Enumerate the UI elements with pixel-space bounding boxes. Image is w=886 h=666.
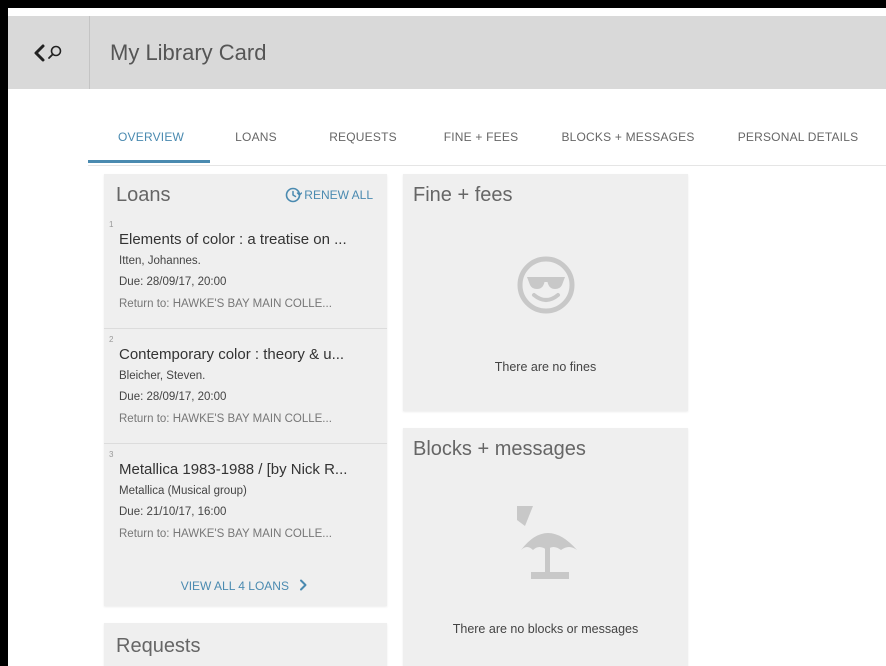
fines-card: Fine + fees There are no fines <box>403 174 688 411</box>
active-tab-indicator <box>88 160 210 163</box>
loan-title[interactable]: Elements of color : a treatise on ... <box>119 231 377 248</box>
loan-number: 2 <box>109 335 114 344</box>
loan-return-location: Return to: HAWKE'S BAY MAIN COLLE... <box>119 528 332 540</box>
requests-title: Requests <box>116 635 201 657</box>
header-bar: My Library Card <box>8 16 886 89</box>
renew-all-label: RENEW ALL <box>304 188 373 202</box>
blocks-title: Blocks + messages <box>413 438 586 460</box>
blocks-messages-card: Blocks + messages There are no blocks or… <box>403 428 688 666</box>
back-to-search-button[interactable] <box>8 16 90 89</box>
loan-item[interactable]: 3 Metallica 1983-1988 / [by Nick R... Me… <box>104 444 387 559</box>
requests-card: Requests <box>104 623 387 666</box>
loan-number: 1 <box>109 220 114 229</box>
chevron-right-icon <box>300 579 307 591</box>
loan-due-date: Due: 28/09/17, 20:00 <box>119 276 227 288</box>
loan-item[interactable]: 1 Elements of color : a treatise on ... … <box>104 214 387 329</box>
loans-title: Loans <box>116 184 171 206</box>
loan-due-date: Due: 21/10/17, 16:00 <box>119 506 227 518</box>
sunglasses-smiley-icon <box>517 256 575 314</box>
loan-return-location: Return to: HAWKE'S BAY MAIN COLLE... <box>119 298 332 310</box>
tab-fine-fees[interactable]: FINE + FEES <box>442 126 520 164</box>
loans-card: Loans RENEW ALL 1 Elements of color : a … <box>104 174 387 606</box>
tab-requests[interactable]: REQUESTS <box>328 126 398 164</box>
loan-number: 3 <box>109 450 114 459</box>
loan-title[interactable]: Contemporary color : theory & u... <box>119 346 377 363</box>
chevron-left-icon <box>34 44 61 61</box>
fines-title: Fine + fees <box>413 184 513 206</box>
tab-loans[interactable]: LOANS <box>234 126 278 164</box>
loan-author: Metallica (Musical group) <box>119 485 247 497</box>
loan-return-location: Return to: HAWKE'S BAY MAIN COLLE... <box>119 413 332 425</box>
tab-personal-details[interactable]: PERSONAL DETAILS <box>736 126 860 164</box>
view-all-loans-label: VIEW ALL 4 LOANS <box>180 579 289 593</box>
page-title: My Library Card <box>110 40 267 65</box>
renew-all-button[interactable]: RENEW ALL <box>284 186 373 204</box>
no-fines-message: There are no fines <box>494 360 597 374</box>
beach-umbrella-icon <box>517 506 577 579</box>
app-frame: My Library Card OVERVIEW LOANS REQUESTS … <box>0 0 886 666</box>
loan-author: Itten, Johannes. <box>119 255 201 267</box>
tab-blocks-messages[interactable]: BLOCKS + MESSAGES <box>556 126 700 164</box>
view-all-loans-link[interactable]: VIEW ALL 4 LOANS <box>104 579 387 593</box>
loan-item[interactable]: 2 Contemporary color : theory & u... Ble… <box>104 329 387 444</box>
no-blocks-message: There are no blocks or messages <box>452 622 639 636</box>
loan-due-date: Due: 28/09/17, 20:00 <box>119 391 227 403</box>
loan-author: Bleicher, Steven. <box>119 370 206 382</box>
loan-title[interactable]: Metallica 1983-1988 / [by Nick R... <box>119 461 377 478</box>
tab-overview[interactable]: OVERVIEW <box>118 126 184 164</box>
renew-clock-icon <box>285 187 303 203</box>
